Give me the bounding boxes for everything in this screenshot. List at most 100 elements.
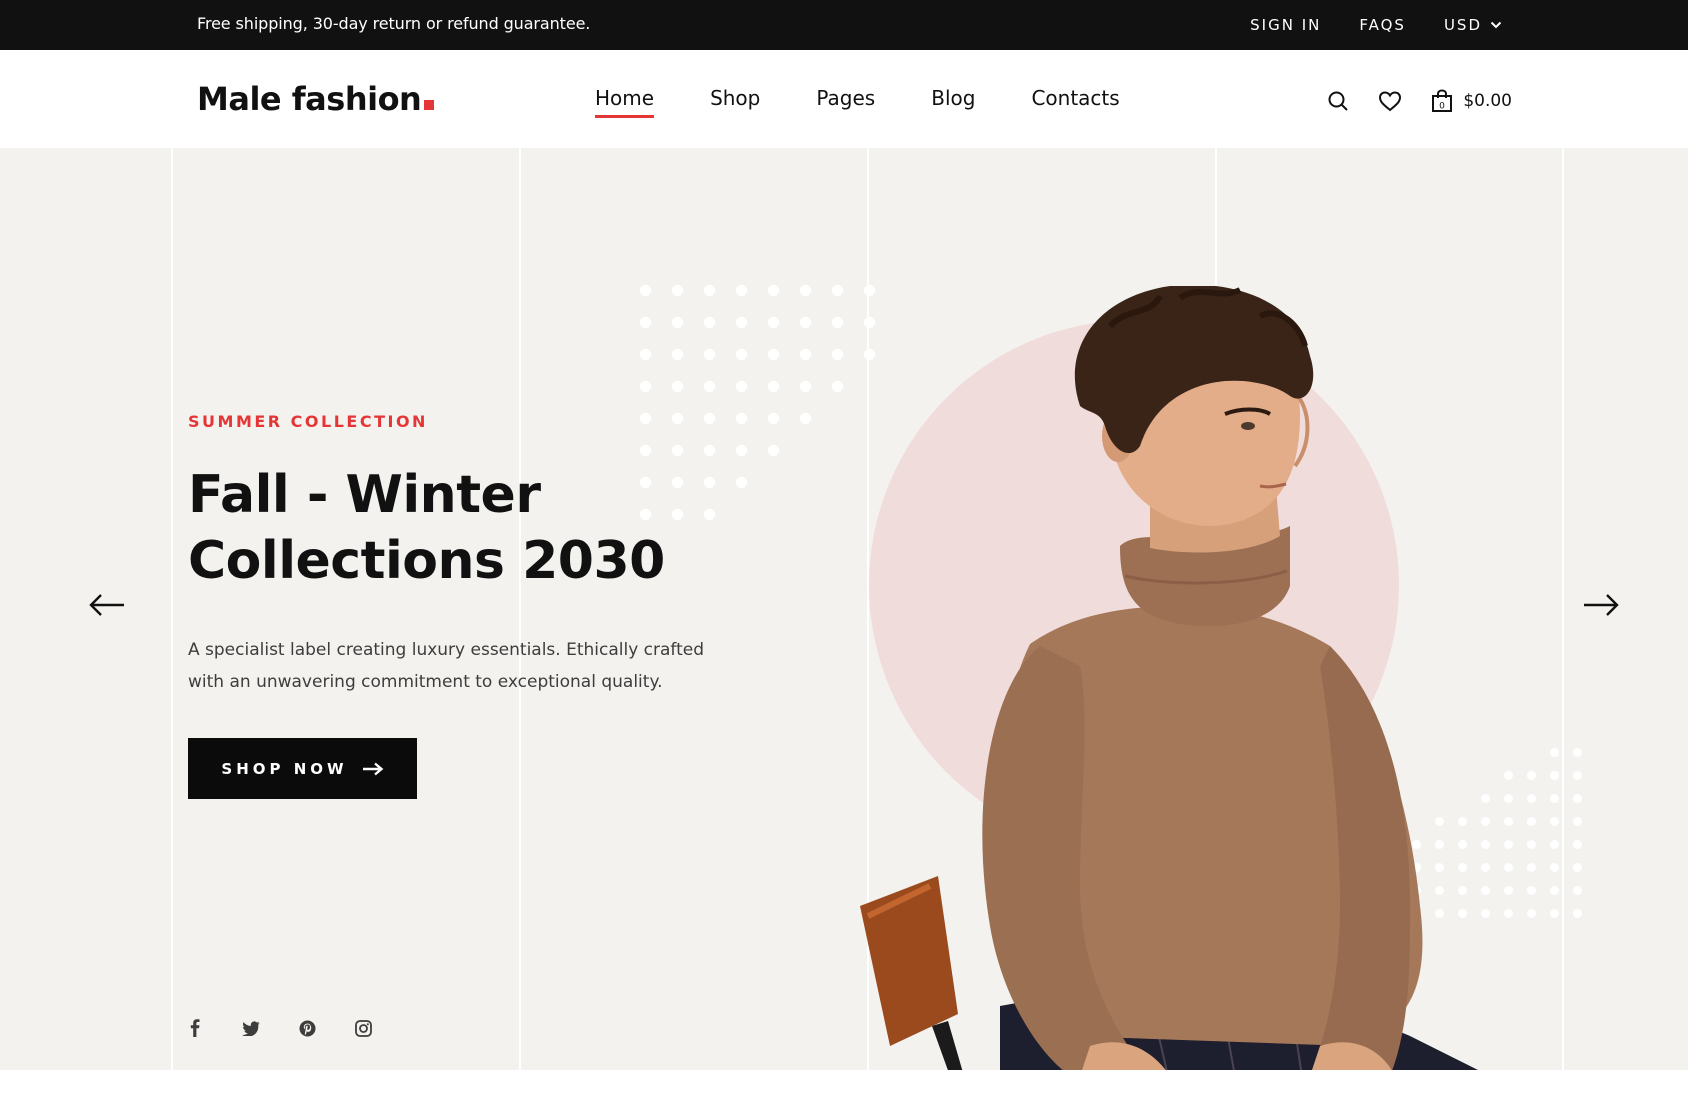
decor-dot [832,317,843,328]
main-nav: Home Shop Pages Blog Contacts [595,86,1120,118]
next-slide-arrow-right-icon[interactable] [1583,592,1619,618]
decor-dot [704,445,715,456]
decor-dot [736,285,747,296]
arrow-right-icon [362,762,383,775]
decor-dot [1550,794,1559,803]
decor-dot [672,381,683,392]
hero-section: SUMMER COLLECTION Fall - Winter Collecti… [0,148,1688,1070]
decor-dot [768,413,779,424]
decor-dot [640,413,651,424]
heart-icon[interactable] [1377,88,1403,114]
decor-dot [768,349,779,360]
faqs-link[interactable]: FAQS [1359,16,1406,34]
decor-dot [800,349,811,360]
decor-dot [832,285,843,296]
decor-dot [800,413,811,424]
decor-dot [768,381,779,392]
decor-dot [1573,886,1582,895]
decor-dot [736,349,747,360]
top-bar: Free shipping, 30-day return or refund g… [0,0,1688,50]
chevron-down-icon [1490,21,1502,29]
decor-dot [768,445,779,456]
decor-dot [640,445,651,456]
decor-dot [768,317,779,328]
hero-eyebrow: SUMMER COLLECTION [188,412,428,431]
pinterest-icon[interactable] [297,1018,317,1038]
decor-dot [640,381,651,392]
decor-dot [1573,840,1582,849]
decor-dot [832,381,843,392]
currency-label: USD [1443,16,1482,34]
grid-line [171,148,173,1070]
shop-now-button[interactable]: SHOP NOW [188,738,417,799]
decor-dot [1573,794,1582,803]
logo-text: Male fashion [197,80,422,118]
decor-dot [1573,909,1582,918]
decor-dot [640,317,651,328]
decor-dot [1550,840,1559,849]
decor-dot [1573,748,1582,757]
decor-dot [640,349,651,360]
decor-dot [768,285,779,296]
decor-dot [1550,748,1559,757]
logo-dot [424,100,435,110]
decor-dot [736,445,747,456]
decor-dot [672,413,683,424]
decor-dot [704,285,715,296]
cart-total: $0.00 [1463,91,1512,111]
nav-shop[interactable]: Shop [710,86,760,118]
decor-dot [1550,886,1559,895]
decor-dot [672,445,683,456]
header-actions: 0 $0.00 [1325,88,1512,114]
grid-line [519,148,521,1070]
twitter-icon[interactable] [241,1018,261,1038]
decor-dot [800,317,811,328]
social-links [185,1018,373,1038]
nav-home[interactable]: Home [595,86,655,118]
headline-line-2: Collections 2030 [188,531,665,591]
sign-in-link[interactable]: SIGN IN [1250,16,1321,34]
shop-now-label: SHOP NOW [221,759,348,778]
decor-dot [1573,863,1582,872]
top-bar-links: SIGN IN FAQS USD [1250,16,1502,34]
search-icon[interactable] [1325,88,1351,114]
decor-dot [1550,863,1559,872]
cart-count: 0 [1439,102,1445,112]
decor-dot [800,285,811,296]
decor-dot [704,349,715,360]
decor-dot [800,381,811,392]
site-logo[interactable]: Male fashion [197,80,435,118]
decor-dot [704,317,715,328]
hero-headline: Fall - Winter Collections 2030 [188,462,748,594]
grid-line [1562,148,1564,1070]
nav-pages[interactable]: Pages [816,86,875,118]
cart-button[interactable]: 0 $0.00 [1429,88,1512,114]
decor-dot [704,381,715,392]
decor-dot [1550,909,1559,918]
bag-icon: 0 [1429,88,1455,114]
decor-dot [736,381,747,392]
main-header: Male fashion Home Shop Pages Blog Contac… [0,50,1688,148]
decor-dot [704,413,715,424]
decor-dot [672,317,683,328]
decor-dot [1550,771,1559,780]
decor-dot [1550,817,1559,826]
decor-dot [736,317,747,328]
currency-select[interactable]: USD [1444,16,1502,34]
decor-dot [832,349,843,360]
nav-blog[interactable]: Blog [931,86,975,118]
hero-description: A specialist label creating luxury essen… [188,640,705,692]
decor-dot [640,285,651,296]
decor-dot [1573,817,1582,826]
decor-dot [672,349,683,360]
decor-dot [672,285,683,296]
facebook-icon[interactable] [185,1018,205,1038]
headline-line-1: Fall - Winter [188,465,541,525]
shipping-promo-text: Free shipping, 30-day return or refund g… [197,14,591,33]
model-image [860,286,1478,1070]
decor-dot [736,413,747,424]
nav-contacts[interactable]: Contacts [1031,86,1119,118]
decor-dot [1573,771,1582,780]
prev-slide-arrow-left-icon[interactable] [89,592,125,618]
instagram-icon[interactable] [353,1018,373,1038]
